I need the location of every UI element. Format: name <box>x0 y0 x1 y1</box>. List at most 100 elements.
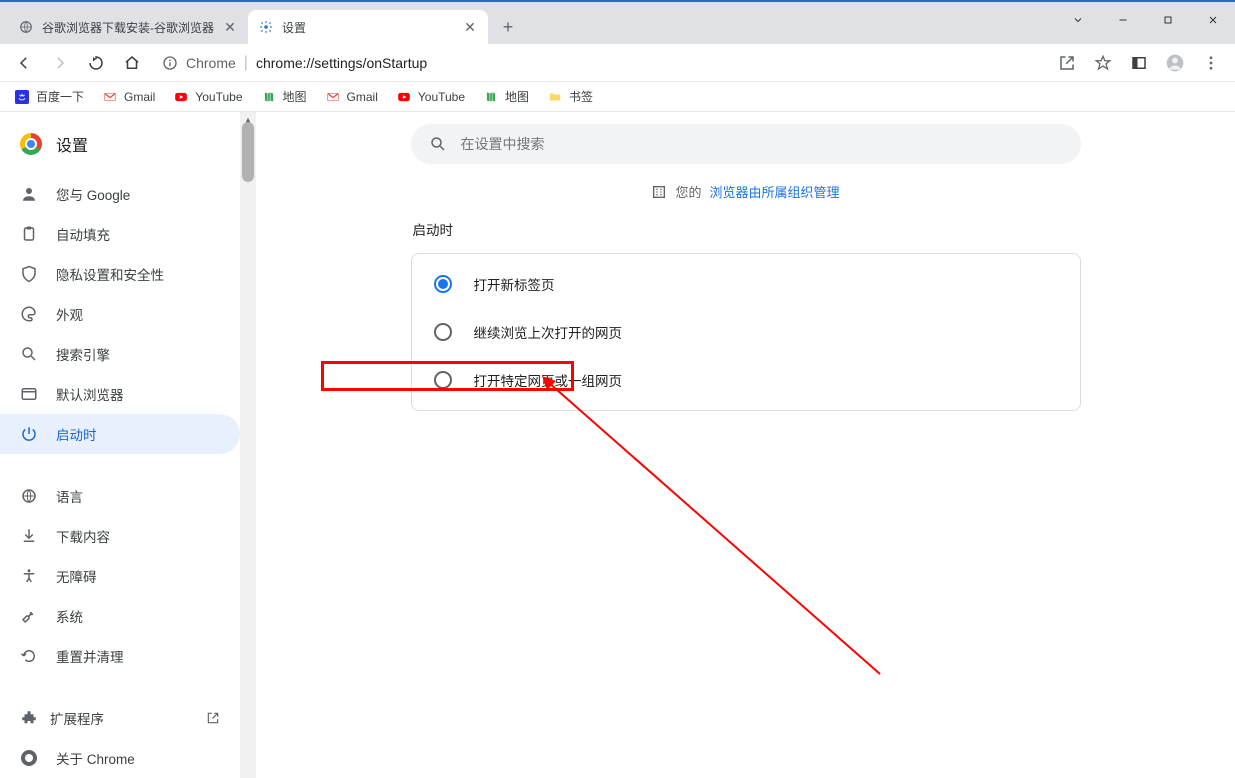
bookmark-item[interactable]: 地图 <box>483 88 529 105</box>
site-info-icon[interactable] <box>162 55 178 71</box>
sidebar-item-label: 重置并清理 <box>56 646 124 666</box>
sidebar-item-label: 启动时 <box>56 424 97 444</box>
scrollbar-thumb[interactable] <box>242 122 254 182</box>
sidebar-item-autofill[interactable]: 自动填充 <box>0 214 240 254</box>
sidebar-item-extensions[interactable]: 扩展程序 <box>0 698 240 738</box>
gmail-icon <box>325 89 341 105</box>
sidebar-header: 设置 <box>0 128 256 174</box>
window-controls <box>1055 2 1235 38</box>
managed-prefix: 您的 <box>675 182 701 201</box>
bookmark-label: 百度一下 <box>36 88 84 105</box>
bookmark-item[interactable]: 百度一下 <box>14 88 84 105</box>
tab-title: 谷歌浏览器下载安装-谷歌浏览器 <box>42 19 214 36</box>
sidebar-item-languages[interactable]: 语言 <box>0 476 240 516</box>
radio-icon[interactable] <box>434 323 452 341</box>
sidebar-item-label: 外观 <box>56 304 83 324</box>
sidebar-item-label: 扩展程序 <box>50 708 104 728</box>
sidebar-item-label: 无障碍 <box>56 566 97 586</box>
browser-toolbar: Chrome | chrome://settings/onStartup <box>0 44 1235 82</box>
minimize-button[interactable] <box>1100 2 1145 38</box>
reset-icon <box>20 647 38 665</box>
bookmark-label: Gmail <box>347 90 378 104</box>
bookmark-item[interactable]: YouTube <box>173 89 242 105</box>
url-path: chrome://settings/onStartup <box>256 55 427 71</box>
power-icon <box>20 425 38 443</box>
close-icon[interactable]: ✕ <box>462 19 478 35</box>
sidebar-item-default-browser[interactable]: 默认浏览器 <box>0 374 240 414</box>
sidebar-item-you-and-google[interactable]: 您与 Google <box>0 174 240 214</box>
radio-icon[interactable] <box>434 275 452 293</box>
side-panel-icon[interactable] <box>1127 51 1151 75</box>
share-icon[interactable] <box>1055 51 1079 75</box>
bookmarks-bar: 百度一下 Gmail YouTube 地图 Gmail YouTube 地图 书… <box>0 82 1235 112</box>
bookmark-item[interactable]: Gmail <box>325 89 378 105</box>
search-icon <box>20 345 38 363</box>
globe-icon <box>18 19 34 35</box>
option-new-tab[interactable]: 打开新标签页 <box>412 260 1080 308</box>
sidebar-item-about-chrome[interactable]: 关于 Chrome <box>0 738 240 778</box>
startup-options-card: 打开新标签页 继续浏览上次打开的网页 打开特定网页或一组网页 <box>411 253 1081 411</box>
profile-avatar-icon[interactable] <box>1163 51 1187 75</box>
sidebar-item-on-startup[interactable]: 启动时 <box>0 414 240 454</box>
sidebar-item-label: 隐私设置和安全性 <box>56 264 164 284</box>
person-icon <box>20 185 38 203</box>
sidebar-item-system[interactable]: 系统 <box>0 596 240 636</box>
reload-button[interactable] <box>80 47 112 79</box>
radio-icon[interactable] <box>434 371 452 389</box>
option-label: 继续浏览上次打开的网页 <box>474 322 623 342</box>
chevron-down-icon[interactable] <box>1055 2 1100 38</box>
option-continue[interactable]: 继续浏览上次打开的网页 <box>412 308 1080 356</box>
option-specific-pages[interactable]: 打开特定网页或一组网页 <box>412 356 1080 404</box>
maps-icon <box>483 89 499 105</box>
sidebar-item-label: 语言 <box>56 486 83 506</box>
back-button[interactable] <box>8 47 40 79</box>
close-icon[interactable]: ✕ <box>222 19 238 35</box>
browser-tab[interactable]: 设置 ✕ <box>248 10 488 44</box>
section-title: 启动时 <box>411 211 1081 253</box>
option-label: 打开新标签页 <box>474 274 555 294</box>
bookmark-item[interactable]: 地图 <box>261 88 307 105</box>
maximize-button[interactable] <box>1145 2 1190 38</box>
baidu-icon <box>14 89 30 105</box>
bookmark-item[interactable]: Gmail <box>102 89 155 105</box>
tab-title: 设置 <box>282 19 454 36</box>
bookmark-label: 地图 <box>505 88 529 105</box>
sidebar-item-label: 搜索引擎 <box>56 344 110 364</box>
bookmark-label: Gmail <box>124 90 155 104</box>
sidebar-item-downloads[interactable]: 下载内容 <box>0 516 240 556</box>
sidebar-item-search-engine[interactable]: 搜索引擎 <box>0 334 240 374</box>
sidebar-item-label: 系统 <box>56 606 83 626</box>
browser-icon <box>20 385 38 403</box>
sidebar-scrollbar[interactable]: ▴ <box>240 112 256 778</box>
sidebar-item-reset[interactable]: 重置并清理 <box>0 636 240 676</box>
sidebar-item-label: 下载内容 <box>56 526 110 546</box>
sidebar-item-accessibility[interactable]: 无障碍 <box>0 556 240 596</box>
open-external-icon <box>206 711 220 725</box>
shield-icon <box>20 265 38 283</box>
managed-link[interactable]: 浏览器由所属组织管理 <box>710 182 840 201</box>
sidebar-item-label: 关于 Chrome <box>56 748 135 768</box>
url-separator: | <box>244 54 248 72</box>
accessibility-icon <box>20 567 38 585</box>
bookmark-item[interactable]: 书签 <box>547 88 593 105</box>
settings-search[interactable] <box>411 124 1081 164</box>
address-bar[interactable]: Chrome | chrome://settings/onStartup <box>152 48 1051 78</box>
sidebar-item-privacy[interactable]: 隐私设置和安全性 <box>0 254 240 294</box>
close-button[interactable] <box>1190 2 1235 38</box>
kebab-menu-icon[interactable] <box>1199 51 1223 75</box>
youtube-icon <box>173 89 189 105</box>
new-tab-button[interactable]: + <box>494 13 522 41</box>
bookmark-label: YouTube <box>195 90 242 104</box>
sidebar-item-appearance[interactable]: 外观 <box>0 294 240 334</box>
building-icon <box>651 184 667 200</box>
extension-icon <box>20 709 38 727</box>
bookmark-star-icon[interactable] <box>1091 51 1115 75</box>
home-button[interactable] <box>116 47 148 79</box>
gmail-icon <box>102 89 118 105</box>
forward-button[interactable] <box>44 47 76 79</box>
bookmark-item[interactable]: YouTube <box>396 89 465 105</box>
settings-sidebar: 设置 您与 Google 自动填充 隐私设置和安全性 外观 搜索引擎 默认浏览器… <box>0 112 256 778</box>
settings-search-input[interactable] <box>461 136 1063 152</box>
browser-tab[interactable]: 谷歌浏览器下载安装-谷歌浏览器 ✕ <box>8 10 248 44</box>
url-host: Chrome <box>186 55 236 71</box>
